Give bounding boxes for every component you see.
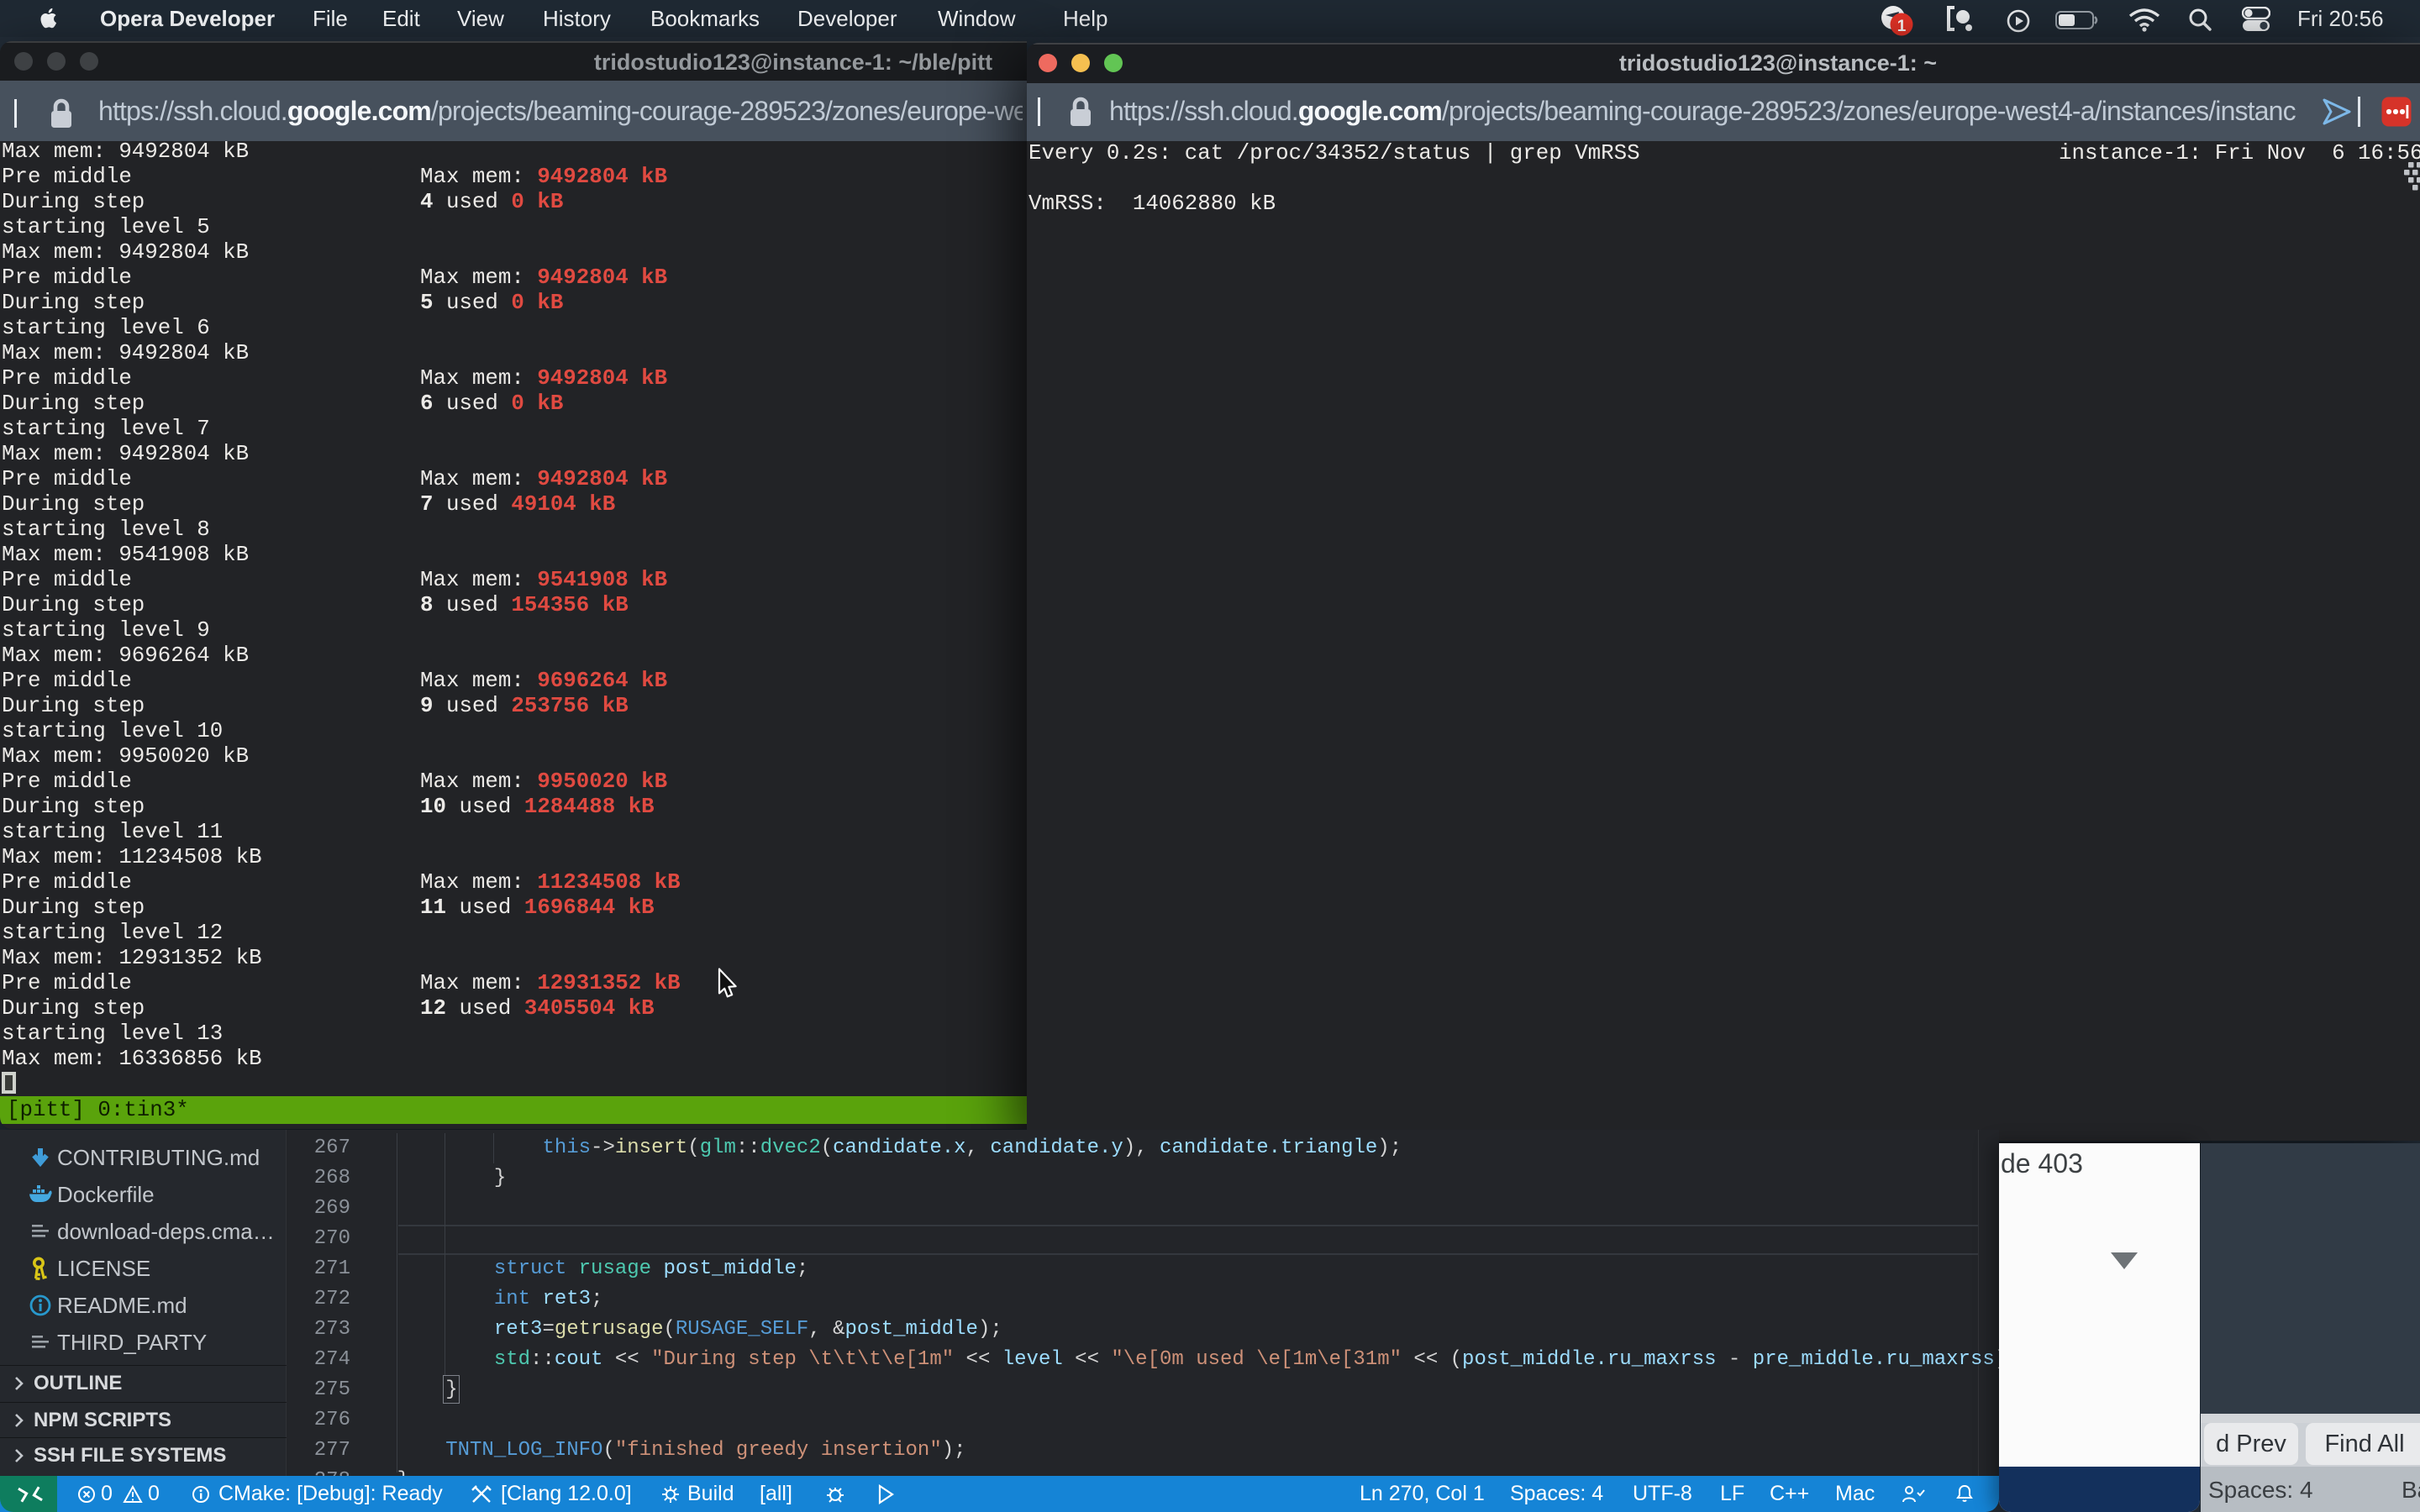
svg-text:1: 1	[1897, 18, 1907, 35]
